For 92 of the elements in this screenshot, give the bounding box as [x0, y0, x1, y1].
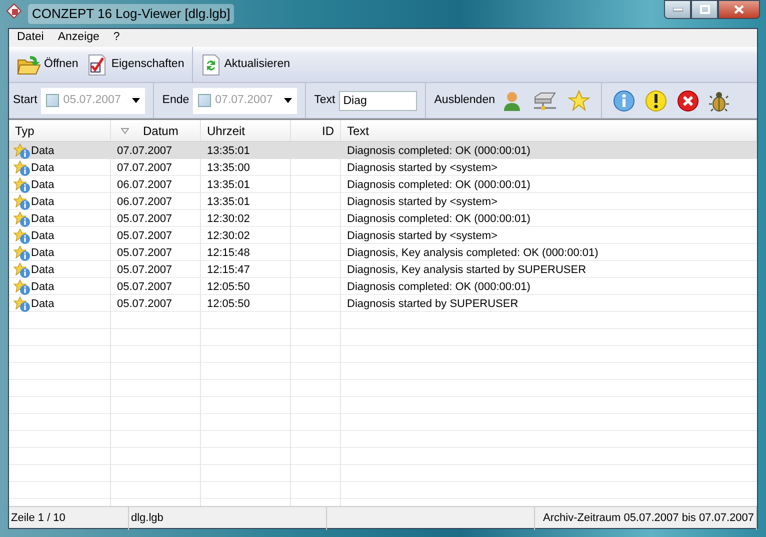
table-cell-text: Diagnosis started by <system> — [347, 228, 498, 244]
info-star-icon — [13, 176, 31, 192]
table-cell-text: Data — [31, 212, 54, 226]
maximize-button[interactable] — [691, 0, 718, 19]
table-cell-text: 13:35:01 — [207, 144, 250, 158]
table-cell-text: 05.07.2007 — [117, 246, 172, 260]
table-cell-text: 12:30:02 — [207, 228, 250, 244]
table-cell-text: Data — [31, 296, 54, 312]
table-cell-text: 12:15:48 — [207, 246, 250, 260]
toolbar-button[interactable]: Öffnen — [13, 52, 82, 78]
table-cell-text: 06.07.2007 — [117, 178, 172, 192]
info-star-icon — [13, 296, 31, 312]
info-star-icon — [13, 262, 31, 278]
maximize-icon — [700, 5, 710, 14]
caret-icon — [132, 98, 140, 103]
star-icon[interactable] — [568, 90, 590, 111]
checklist-icon — [86, 54, 108, 76]
table-cell-text: Diagnosis completed: OK (000:00:01) — [347, 144, 530, 158]
column-header[interactable]: Text — [347, 122, 370, 140]
table-cell-text: 05.07.2007 — [117, 296, 172, 312]
menu-item[interactable]: Datei — [17, 29, 44, 47]
table-cell-text: Data — [31, 194, 54, 210]
table-cell-text: Data — [31, 178, 54, 192]
column-header[interactable]: ID — [322, 122, 334, 140]
status-text: Zeile 1 / 10 — [11, 511, 66, 526]
table-cell-text: Data — [31, 280, 54, 294]
toolbar-button[interactable]: Aktualisieren — [197, 52, 294, 78]
network-drive-icon[interactable] — [532, 90, 558, 110]
column-header[interactable]: Typ — [15, 122, 34, 140]
table-cell-text: 12:05:50 — [207, 280, 250, 294]
checkbox[interactable] — [198, 94, 212, 107]
column-header[interactable]: Uhrzeit — [207, 122, 246, 140]
caret-icon — [284, 98, 292, 103]
checkbox[interactable] — [46, 94, 60, 107]
table-cell-text: 13:35:01 — [207, 178, 250, 192]
field-label: Text — [314, 92, 336, 108]
window-title: CONZEPT 16 Log-Viewer [dlg.lgb] — [28, 4, 234, 24]
table-cell-text: 13:35:01 — [207, 194, 250, 210]
table-cell-text: Diagnosis completed: OK (000:00:01) — [347, 212, 530, 226]
info-icon[interactable] — [613, 90, 635, 112]
field-label: Ausblenden — [434, 92, 495, 108]
info-star-icon — [13, 244, 31, 260]
info-star-icon — [13, 160, 31, 176]
info-star-icon — [13, 228, 31, 244]
table-cell-text: 05.07.2007 — [117, 228, 172, 244]
table-cell-text: Data — [31, 246, 54, 260]
sort-icon — [121, 128, 129, 134]
table-cell-text: 12:05:50 — [207, 296, 250, 312]
menu-item[interactable]: ? — [113, 29, 120, 47]
info-star-icon — [13, 278, 31, 294]
table-cell-text: 05.07.2007 — [117, 212, 172, 226]
table-cell-text: 05.07.2007 — [117, 262, 172, 278]
refresh-icon — [201, 54, 222, 76]
table-cell-text: 05.07.2007 — [117, 280, 172, 294]
table-cell-text: Diagnosis, Key analysis completed: OK (000:00:01) — [347, 246, 598, 260]
table-cell-text: Data — [31, 144, 54, 158]
status-text: Archiv-Zeitraum 05.07.2007 bis 07.07.2007 — [543, 511, 754, 526]
field-label: Start — [13, 92, 38, 108]
table-cell-text: Diagnosis started by <system> — [347, 160, 498, 176]
toolbar-button[interactable]: Eigenschaften — [82, 52, 188, 78]
column-header[interactable]: Datum — [143, 122, 178, 140]
table-cell-text: 13:35:00 — [207, 160, 250, 176]
table-cell-text: 06.07.2007 — [117, 194, 172, 210]
info-star-icon — [13, 210, 31, 226]
info-star-icon — [13, 194, 31, 210]
app-icon — [6, 3, 22, 20]
minimize-icon — [672, 8, 682, 12]
menu-item[interactable]: Anzeige — [58, 29, 100, 47]
minimize-button[interactable] — [664, 0, 691, 19]
table-cell-text: Data — [31, 228, 54, 244]
person-icon[interactable] — [502, 90, 522, 110]
close-icon — [734, 5, 744, 14]
table-cell-text: Diagnosis started by SUPERUSER — [347, 296, 518, 312]
close-button[interactable] — [718, 0, 760, 19]
warning-icon[interactable] — [645, 90, 667, 112]
folder-icon — [17, 54, 41, 76]
table-cell-text: 12:30:02 — [207, 212, 250, 226]
table-cell-text: 12:15:47 — [207, 262, 250, 278]
info-star-icon — [13, 142, 31, 158]
error-icon[interactable] — [677, 90, 699, 112]
table-cell-text: Data — [31, 262, 54, 278]
table-cell-text: Diagnosis completed: OK (000:00:01) — [347, 280, 530, 294]
bug-icon[interactable] — [709, 90, 729, 112]
table-cell-text: Diagnosis, Key analysis started by SUPERUSER — [347, 262, 586, 278]
table-cell-text: 07.07.2007 — [117, 144, 172, 158]
table-cell-text: 07.07.2007 — [117, 160, 172, 176]
status-text: dlg.lgb — [131, 511, 164, 526]
table-cell-text: Data — [31, 160, 54, 176]
table-cell-text: Diagnosis started by <system> — [347, 194, 498, 210]
table-cell-text: Diagnosis completed: OK (000:00:01) — [347, 178, 530, 192]
field-label: Ende — [162, 92, 190, 108]
text-field[interactable]: Diag — [339, 90, 418, 110]
